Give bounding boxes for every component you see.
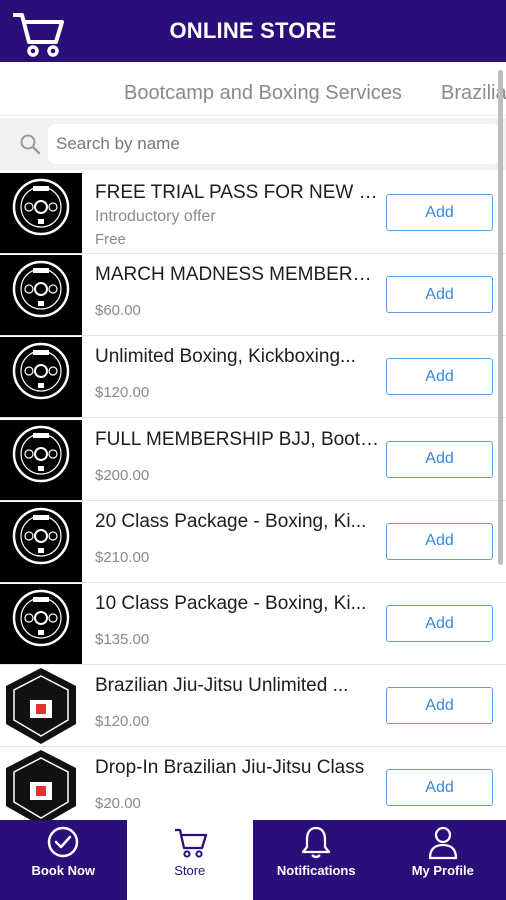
product-price: $120.00 (95, 713, 150, 731)
app-header: ONLINE STORE (0, 0, 506, 62)
search-bar (0, 118, 506, 170)
nav-my-profile[interactable]: My Profile (379, 820, 506, 900)
check-circle-icon (48, 826, 79, 858)
nav-store[interactable]: Store (126, 820, 253, 900)
product-thumbnail (0, 501, 82, 582)
product-row[interactable]: Unlimited Boxing, Kickboxing... $120.00 Ad… (0, 336, 506, 419)
product-price: Free (95, 231, 126, 248)
product-price: $20.00 (95, 795, 141, 813)
nav-label: My Profile (411, 863, 474, 878)
product-subtitle: Introductory offer (95, 208, 216, 225)
add-button[interactable]: Add (386, 276, 493, 314)
product-thumbnail (0, 337, 82, 418)
nav-label: Notifications (276, 863, 356, 878)
bell-icon (302, 826, 331, 859)
tab-bootcamp-boxing[interactable]: Bootcamp and Boxing Services (124, 82, 402, 105)
product-row[interactable]: 20 Class Package - Boxing, Ki... $210.00 A… (0, 501, 506, 583)
product-price: $210.00 (95, 548, 150, 566)
page-title: ONLINE STORE (169, 18, 337, 43)
add-button[interactable]: Add (386, 440, 493, 478)
cart-icon[interactable] (10, 10, 66, 58)
cart-icon (174, 828, 207, 858)
add-button[interactable]: Add (386, 605, 493, 642)
search-icon (20, 134, 41, 155)
product-list: FREE TRIAL PASS FOR NEW VI... Introductor… (0, 172, 506, 820)
product-row[interactable]: FREE TRIAL PASS FOR NEW VI... Introductor… (0, 172, 506, 254)
add-button[interactable]: Add (386, 687, 493, 725)
product-row[interactable]: Brazilian Jiu-Jitsu Unlimited ... $120.00… (0, 665, 506, 748)
product-thumbnail (0, 584, 82, 664)
nav-label: Book Now (31, 863, 96, 878)
product-price: $135.00 (95, 631, 150, 648)
product-name: Brazilian Jiu-Jitsu Unlimited ... (95, 675, 349, 697)
nav-book-now[interactable]: Book Now (0, 820, 127, 900)
product-name: 20 Class Package - Boxing, Ki... (95, 510, 367, 532)
product-thumbnail (0, 255, 82, 336)
category-tabs: Bootcamp and Boxing Services Brazilia (0, 62, 506, 116)
product-price: $200.00 (95, 466, 150, 484)
product-name: Unlimited Boxing, Kickboxing... (95, 346, 356, 368)
tab-brazilian-jiu-jitsu[interactable]: Brazilia (441, 82, 506, 105)
product-name: FREE TRIAL PASS FOR NEW VI... (95, 182, 380, 203)
product-row[interactable]: FULL MEMBERSHIP BJJ, Bootc... $200.00 Add (0, 419, 506, 501)
product-thumbnail (0, 748, 82, 820)
user-icon (428, 826, 457, 860)
product-thumbnail (0, 419, 82, 500)
product-name: Drop-In Brazilian Jiu-Jitsu Class (95, 757, 365, 779)
product-thumbnail (0, 666, 82, 747)
add-button[interactable]: Add (386, 358, 493, 396)
product-row[interactable]: MARCH MADNESS MEMBERS... $60.00 Add (0, 254, 506, 337)
add-button[interactable]: Add (386, 194, 493, 231)
product-row[interactable]: Drop-In Brazilian Jiu-Jitsu Class $20.00 A… (0, 747, 506, 820)
product-thumbnail (0, 173, 82, 253)
nav-notifications[interactable]: Notifications (253, 820, 380, 900)
product-name: FULL MEMBERSHIP BJJ, Bootc... (95, 428, 380, 450)
search-input[interactable] (48, 124, 500, 164)
bottom-nav: Book Now Store Notifications My Profile (0, 820, 506, 900)
add-button[interactable]: Add (386, 522, 493, 560)
add-button[interactable]: Add (386, 769, 493, 807)
product-price: $120.00 (95, 384, 150, 402)
product-name: 10 Class Package - Boxing, Ki... (95, 593, 367, 614)
nav-label: Store (174, 863, 206, 878)
product-name: MARCH MADNESS MEMBERS... (95, 264, 380, 286)
product-price: $60.00 (95, 302, 141, 320)
scrollbar[interactable] (498, 70, 503, 565)
product-row[interactable]: 10 Class Package - Boxing, Ki... $135.00 A… (0, 583, 506, 665)
